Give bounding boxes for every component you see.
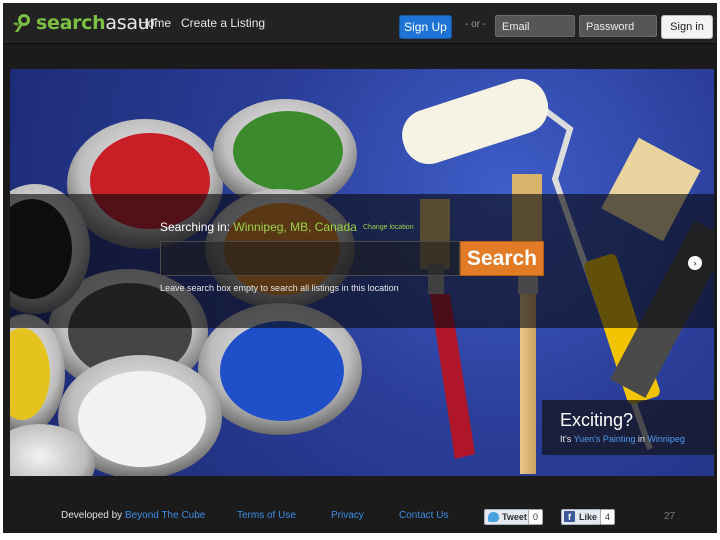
hero-banner: Searching in: Winnipeg, MB, Canada Chang… <box>10 69 714 476</box>
sign-up-button[interactable]: Sign Up <box>399 15 452 39</box>
chevron-right-icon[interactable]: › <box>688 256 702 270</box>
tweet-button[interactable]: Tweet <box>484 509 531 525</box>
developed-by-text: Developed by <box>61 510 123 521</box>
featured-title: Exciting? <box>560 410 634 430</box>
email-field[interactable]: Email <box>495 15 575 37</box>
featured-its-text: It's <box>560 434 572 444</box>
twitter-bird-icon <box>488 512 499 522</box>
developer-link[interactable]: Beyond The Cube <box>125 510 205 521</box>
dinosaur-logo-icon <box>13 14 30 32</box>
like-label: Like <box>579 512 598 522</box>
page-frame: searchasaur Home Create a Listing Sign U… <box>3 3 717 533</box>
like-count: 4 <box>600 509 616 525</box>
brand-name-part1: search <box>36 12 106 34</box>
top-navbar: searchasaur Home Create a Listing Sign U… <box>3 3 717 44</box>
featured-city-link[interactable]: Winnipeg <box>647 434 685 444</box>
privacy-link[interactable]: Privacy <box>331 510 364 521</box>
tweet-label: Tweet <box>502 512 527 522</box>
developed-by: Developed by Beyond The Cube <box>61 510 205 521</box>
search-hint: Leave search box empty to search all lis… <box>160 283 399 293</box>
featured-listing-box: Exciting? It's Yuen's Painting in Winnip… <box>542 400 714 455</box>
featured-business-link[interactable]: Yuen's Painting <box>574 434 636 444</box>
searching-in-text: Searching in: <box>160 220 231 234</box>
nav-create-listing-link[interactable]: Create a Listing <box>181 16 265 30</box>
featured-subtitle: It's Yuen's Painting in Winnipeg <box>560 434 685 444</box>
terms-link[interactable]: Terms of Use <box>237 510 296 521</box>
or-separator: - or - <box>465 19 487 30</box>
search-button[interactable]: Search <box>460 241 544 276</box>
logo[interactable]: searchasaur <box>11 11 157 35</box>
search-location-label: Searching in: Winnipeg, MB, Canada <box>160 220 357 234</box>
sign-in-button[interactable]: Sign in <box>661 15 713 39</box>
facebook-like-button[interactable]: f Like <box>561 509 602 525</box>
contact-link[interactable]: Contact Us <box>399 510 448 521</box>
password-field[interactable]: Password <box>579 15 657 37</box>
facebook-icon: f <box>564 511 575 522</box>
tweet-count: 0 <box>528 509 544 525</box>
footer: Developed by Beyond The Cube Terms of Us… <box>3 503 717 533</box>
slide-number: 27 <box>664 511 676 522</box>
featured-in-text: in <box>637 434 645 444</box>
nav-home-link[interactable]: Home <box>139 16 171 30</box>
current-location-link[interactable]: Winnipeg, MB, Canada <box>233 220 356 234</box>
search-input[interactable] <box>160 241 460 276</box>
change-location-link[interactable]: Change location <box>363 224 414 231</box>
